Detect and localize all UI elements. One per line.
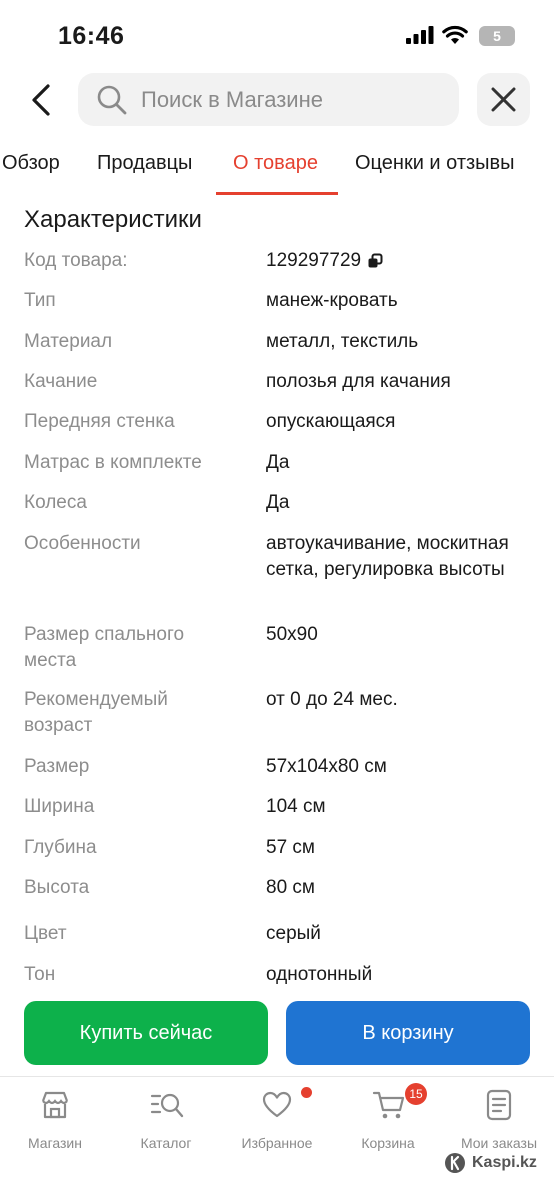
spec-key: Ширина bbox=[24, 796, 95, 817]
spec-key: Материал bbox=[24, 331, 113, 352]
tab-about-product[interactable]: О товаре bbox=[233, 152, 318, 175]
wifi-icon bbox=[442, 25, 468, 44]
spec-key: Рекомендуемый возраст bbox=[24, 689, 168, 736]
spec-value: 129297729 bbox=[266, 248, 536, 274]
spec-key: Код товара: bbox=[24, 250, 128, 271]
nav-item-catalog[interactable]: Каталог bbox=[111, 1087, 221, 1151]
cart-count-badge: 15 bbox=[405, 1083, 427, 1105]
catalog-search-icon bbox=[150, 1093, 184, 1118]
bottom-nav: Магазин Каталог Избранное 15 Корзина Мои… bbox=[0, 1076, 554, 1200]
spec-value: Да bbox=[266, 452, 290, 473]
spec-key: Передняя стенка bbox=[24, 411, 175, 432]
spec-key: Особенности bbox=[24, 533, 141, 554]
product-code[interactable]: 129297729 bbox=[266, 250, 361, 271]
tab-bar: Обзор Продавцы О товаре Оценки и отзывы bbox=[0, 140, 554, 196]
spec-value: 104 см bbox=[266, 796, 326, 817]
spec-key: Тип bbox=[24, 290, 56, 311]
spec-key: Матрас в комплекте bbox=[24, 452, 202, 473]
tab-reviews[interactable]: Оценки и отзывы bbox=[355, 152, 515, 175]
spec-value: манеж-кровать bbox=[266, 290, 398, 311]
spec-value: 57x104x80 см bbox=[266, 756, 387, 777]
cart-icon bbox=[372, 1091, 405, 1119]
spec-key: Глубина bbox=[24, 837, 97, 858]
kaspi-logo-icon bbox=[445, 1153, 465, 1173]
tab-overview[interactable]: Обзор bbox=[2, 152, 60, 175]
spec-value: 50x90 bbox=[266, 624, 318, 645]
spec-value: автоукачивание, москитная сетка, регулир… bbox=[266, 533, 509, 580]
back-arrow-icon[interactable] bbox=[26, 80, 58, 120]
spec-key: Размер спального места bbox=[24, 624, 185, 671]
spec-value: однотонный bbox=[266, 964, 373, 985]
nav-item-cart[interactable]: 15 Корзина bbox=[333, 1083, 443, 1151]
orders-icon bbox=[486, 1089, 512, 1121]
spec-value: 80 см bbox=[266, 877, 315, 898]
nav-item-favorites[interactable]: Избранное bbox=[222, 1087, 332, 1151]
battery-indicator: 5 bbox=[479, 26, 515, 46]
spec-value: металл, текстиль bbox=[266, 331, 419, 352]
nav-label: Избранное bbox=[241, 1135, 313, 1151]
spec-value: Да bbox=[266, 492, 290, 513]
spec-key: Цвет bbox=[24, 923, 67, 944]
spec-value: 57 см bbox=[266, 837, 315, 858]
nav-item-orders[interactable]: Мои заказы bbox=[444, 1087, 554, 1151]
tab-sellers[interactable]: Продавцы bbox=[97, 152, 192, 175]
spec-key: Колеса bbox=[24, 492, 87, 513]
status-time: 16:46 bbox=[58, 22, 125, 50]
favorites-dot-indicator bbox=[301, 1087, 312, 1098]
nav-label: Магазин bbox=[27, 1135, 82, 1151]
buy-now-button[interactable]: Купить сейчас bbox=[24, 1001, 268, 1065]
nav-item-shop[interactable]: Магазин bbox=[0, 1087, 110, 1151]
active-tab-indicator bbox=[216, 192, 338, 195]
section-title: Характеристики bbox=[24, 206, 202, 233]
spec-key: Высота bbox=[24, 877, 90, 898]
spec-value: от 0 до 24 мес. bbox=[266, 689, 398, 710]
copy-icon[interactable] bbox=[367, 253, 383, 269]
shop-icon bbox=[41, 1091, 69, 1119]
cellular-signal-icon bbox=[406, 26, 434, 44]
heart-icon bbox=[262, 1091, 292, 1118]
spec-key: Размер bbox=[24, 756, 90, 777]
spec-value: серый bbox=[266, 923, 321, 944]
search-bar[interactable] bbox=[78, 73, 459, 126]
nav-label: Корзина bbox=[361, 1135, 415, 1151]
status-bar: 16:46 5 bbox=[0, 0, 554, 70]
nav-label: Каталог bbox=[140, 1135, 192, 1151]
spec-key: Качание bbox=[24, 371, 98, 392]
watermark-text: Kaspi.kz bbox=[472, 1154, 537, 1171]
spec-value: полозья для качания bbox=[266, 371, 451, 392]
spec-key: Тон bbox=[24, 964, 56, 985]
search-icon bbox=[97, 85, 127, 115]
add-to-cart-button[interactable]: В корзину bbox=[286, 1001, 530, 1065]
search-input[interactable] bbox=[141, 73, 441, 126]
nav-label: Мои заказы bbox=[460, 1135, 538, 1151]
close-icon bbox=[491, 87, 516, 112]
spec-value: опускающаяся bbox=[266, 411, 396, 432]
close-button[interactable] bbox=[477, 73, 530, 126]
